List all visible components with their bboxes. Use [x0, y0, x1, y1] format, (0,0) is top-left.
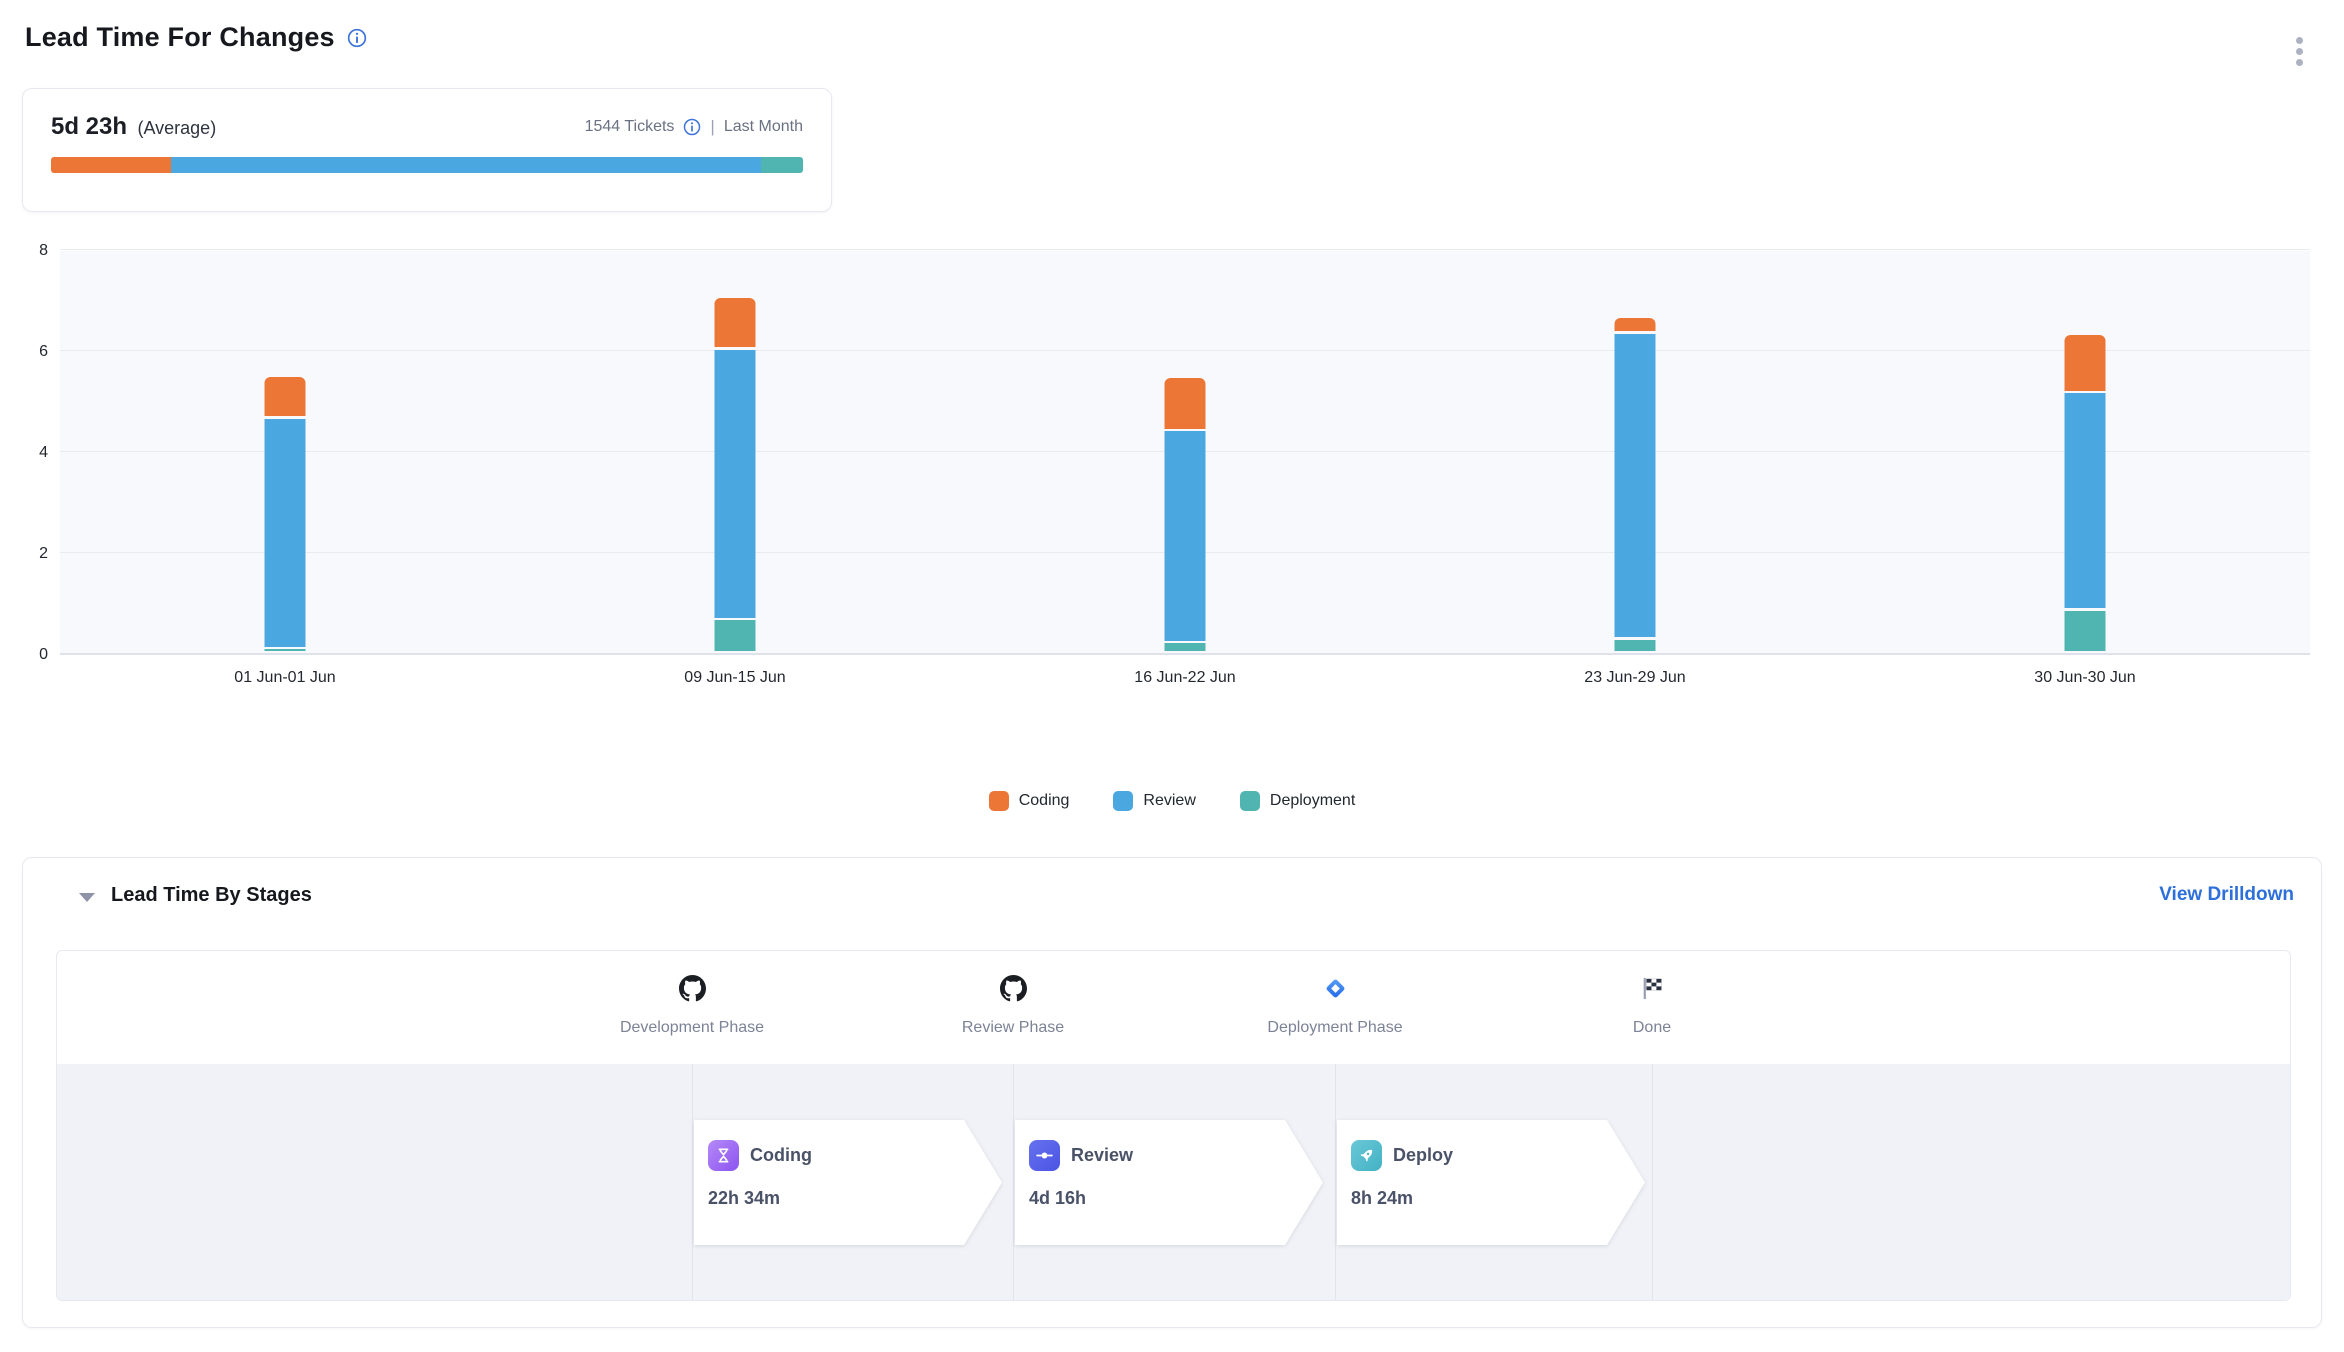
bar-segment-deployment[interactable]	[2065, 611, 2106, 651]
bar-30Jun-30Jun	[2065, 251, 2106, 654]
phase-label: Deployment Phase	[1267, 1019, 1402, 1037]
kebab-menu-icon[interactable]	[2288, 28, 2310, 74]
average-label: (Average)	[137, 118, 216, 138]
info-icon[interactable]	[347, 28, 367, 48]
chart-legend: Coding Review Deployment	[0, 791, 2344, 811]
phase-review: Review Phase	[903, 951, 1123, 1064]
distribution-segment-coding	[51, 157, 171, 173]
stage-card-deploy[interactable]: Deploy 8h 24m	[1337, 1120, 1645, 1245]
stage-duration: 8h 24m	[1351, 1188, 1645, 1209]
rocket-icon	[1351, 1140, 1382, 1171]
legend-item-coding[interactable]: Coding	[989, 791, 1070, 811]
stage-band: Coding 22h 34m	[57, 1064, 2291, 1301]
phase-development: Development Phase	[582, 951, 802, 1064]
git-commit-icon	[1029, 1140, 1060, 1171]
y-axis-tick: 2	[14, 545, 48, 563]
jira-icon	[1322, 975, 1349, 1007]
hourglass-icon	[708, 1140, 739, 1171]
legend-item-review[interactable]: Review	[1113, 791, 1195, 811]
phase-done: Done	[1542, 951, 1762, 1064]
phase-deployment: Deployment Phase	[1225, 951, 1445, 1064]
bar-segment-coding[interactable]	[1165, 378, 1206, 429]
tickets-info-icon[interactable]	[683, 118, 701, 136]
separator: |	[710, 117, 714, 137]
stages-section-header: Lead Time By Stages View Drilldown	[23, 884, 2321, 914]
stages-table: Development Phase Review Phase Deploymen…	[56, 950, 2291, 1301]
legend-swatch	[989, 791, 1009, 811]
phase-label: Done	[1633, 1019, 1671, 1037]
column-divider	[692, 1064, 693, 1301]
period-label: Last Month	[724, 118, 803, 136]
bar-segment-coding[interactable]	[1615, 318, 1656, 332]
legend-label: Deployment	[1270, 792, 1355, 810]
average-lead-time: 5d 23h (Average)	[51, 113, 216, 141]
x-axis-label: 23 Jun-29 Jun	[1410, 669, 1860, 687]
lead-time-by-stages-panel: Lead Time By Stages View Drilldown Devel…	[22, 857, 2322, 1328]
legend-label: Review	[1143, 792, 1195, 810]
dashboard-page: Lead Time For Changes 5d 23h (Average) 1…	[0, 0, 2344, 1352]
bar-segment-coding[interactable]	[2065, 335, 2106, 391]
stage-title: Coding	[750, 1145, 812, 1166]
bar-segment-deployment[interactable]	[1615, 640, 1656, 651]
x-axis-label: 16 Jun-22 Jun	[960, 669, 1410, 687]
checkered-flag-icon	[1639, 975, 1666, 1007]
bar-segment-deployment[interactable]	[1165, 643, 1206, 651]
chart-x-axis: 01 Jun-01 Jun09 Jun-15 Jun16 Jun-22 Jun2…	[60, 669, 2310, 687]
page-header: Lead Time For Changes	[25, 22, 367, 53]
distribution-segment-review	[171, 157, 761, 173]
bar-segment-deployment[interactable]	[715, 620, 756, 651]
bar-segment-review[interactable]	[1615, 334, 1656, 638]
legend-swatch	[1113, 791, 1133, 811]
bar-segment-review[interactable]	[2065, 393, 2106, 608]
tickets-count: 1544 Tickets	[585, 118, 675, 136]
page-title: Lead Time For Changes	[25, 22, 335, 53]
stage-title: Review	[1071, 1145, 1133, 1166]
phase-label: Development Phase	[620, 1019, 764, 1037]
stage-card-coding[interactable]: Coding 22h 34m	[694, 1120, 1002, 1245]
stage-duration: 4d 16h	[1029, 1188, 1323, 1209]
distribution-segment-deployment	[761, 157, 803, 173]
bar-segment-deployment[interactable]	[265, 649, 306, 651]
collapse-caret-icon[interactable]	[79, 893, 95, 902]
phase-label: Review Phase	[962, 1019, 1064, 1037]
bar-segment-coding[interactable]	[715, 298, 756, 348]
y-axis-tick: 4	[14, 444, 48, 462]
column-divider	[1013, 1064, 1014, 1301]
average-value: 5d 23h	[51, 113, 127, 140]
bar-segment-review[interactable]	[265, 419, 306, 648]
chart-plot-area	[60, 251, 2310, 655]
legend-label: Coding	[1019, 792, 1070, 810]
github-icon	[1000, 975, 1027, 1007]
x-axis-label: 01 Jun-01 Jun	[60, 669, 510, 687]
github-icon	[679, 975, 706, 1007]
y-axis-tick: 6	[14, 343, 48, 361]
column-divider	[1652, 1064, 1653, 1301]
bar-segment-review[interactable]	[1165, 431, 1206, 641]
bar-09Jun-15Jun	[715, 251, 756, 654]
stage-title: Deploy	[1393, 1145, 1453, 1166]
bar-16Jun-22Jun	[1165, 251, 1206, 654]
legend-swatch	[1240, 791, 1260, 811]
y-axis-tick: 0	[14, 646, 48, 664]
stages-section-title: Lead Time By Stages	[111, 884, 312, 907]
x-axis-label: 30 Jun-30 Jun	[1860, 669, 2310, 687]
bar-01Jun-01Jun	[265, 251, 306, 654]
lead-time-distribution-bar	[51, 157, 803, 173]
stage-duration: 22h 34m	[708, 1188, 1002, 1209]
bar-segment-coding[interactable]	[265, 377, 306, 416]
legend-item-deployment[interactable]: Deployment	[1240, 791, 1355, 811]
gridline-y8	[60, 249, 2310, 250]
stage-card-review[interactable]: Review 4d 16h	[1015, 1120, 1323, 1245]
summary-card: 5d 23h (Average) 1544 Tickets | Last Mon…	[22, 88, 832, 212]
x-axis-label: 09 Jun-15 Jun	[510, 669, 960, 687]
bar-segment-review[interactable]	[715, 350, 756, 618]
y-axis-tick: 8	[14, 242, 48, 260]
view-drilldown-link[interactable]: View Drilldown	[2159, 884, 2294, 906]
column-divider	[1335, 1064, 1336, 1301]
bar-23Jun-29Jun	[1615, 251, 1656, 654]
